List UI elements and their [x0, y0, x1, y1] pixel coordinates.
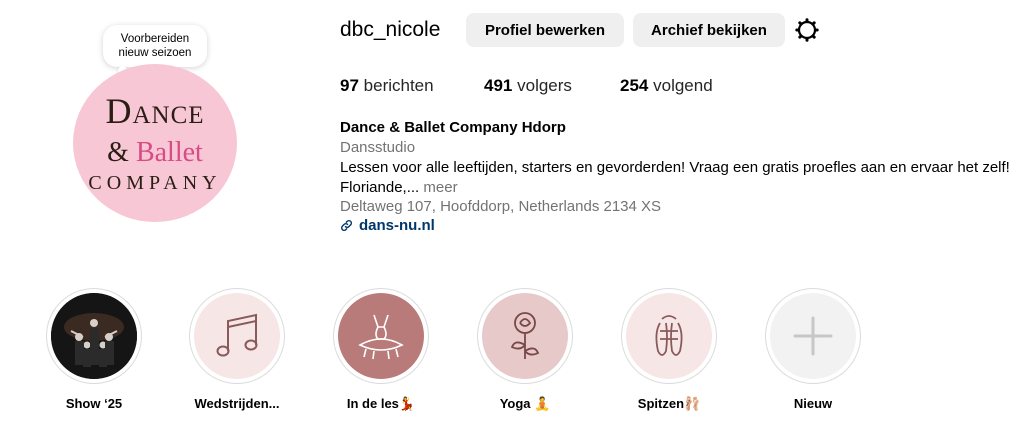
followers-stat[interactable]: 491 volgers — [484, 76, 572, 96]
highlight-label: In de les💃 — [346, 396, 416, 411]
bio-text: Lessen voor alle leeftijden, starters en… — [340, 159, 1010, 196]
note-line-2: nieuw seizoen — [118, 47, 192, 59]
link-icon — [341, 220, 352, 231]
logo-dance-text: Dance — [105, 91, 205, 131]
view-archive-button[interactable]: Archief bekijken — [633, 13, 785, 47]
highlight-label: Yoga 🧘 — [499, 396, 551, 411]
edit-profile-button[interactable]: Profiel bewerken — [466, 13, 624, 47]
highlight-label: Nieuw — [793, 396, 833, 411]
profile-note-bubble[interactable]: Voorbereiden nieuw seizoen — [103, 25, 207, 67]
profile-avatar[interactable]: Dance & Ballet COMPANY — [73, 64, 237, 222]
username: dbc_nicole — [340, 18, 441, 41]
music-note-icon — [194, 293, 280, 379]
highlight-yoga[interactable]: Yoga 🧘 — [477, 288, 573, 411]
pointe-shoes-icon — [626, 293, 712, 379]
highlight-in-de-les[interactable]: In de les💃 — [333, 288, 429, 411]
tutu-icon — [338, 293, 424, 379]
show-photo-icon — [51, 293, 137, 379]
note-line-1: Voorbereiden — [120, 33, 190, 45]
highlight-wedstrijden[interactable]: Wedstrijden... — [189, 288, 285, 411]
highlight-spitzen[interactable]: Spitzen🩰 — [621, 288, 717, 411]
highlight-label: Wedstrijden... — [194, 396, 280, 411]
bio-address[interactable]: Deltaweg 107, Hoofddorp, Netherlands 213… — [340, 198, 661, 215]
bio-category: Dansstudio — [340, 139, 416, 156]
bio-more-link[interactable]: meer — [423, 179, 457, 196]
logo-ballet-text: & Ballet — [107, 137, 203, 168]
rose-icon — [482, 293, 568, 379]
following-stat[interactable]: 254 volgend — [620, 76, 713, 96]
bio-full-name: Dance & Ballet Company Hdorp — [340, 119, 566, 136]
highlight-label: Show ‘25 — [65, 396, 123, 411]
posts-stat: 97 berichten — [340, 76, 434, 95]
highlight-label: Spitzen🩰 — [637, 396, 701, 411]
logo-company-text: COMPANY — [88, 172, 222, 194]
settings-gear-icon[interactable] — [795, 18, 819, 42]
plus-icon — [770, 293, 856, 379]
bio-website-link[interactable]: dans-nu.nl — [340, 217, 435, 234]
highlight-show[interactable]: Show ‘25 — [46, 288, 142, 411]
highlight-new[interactable]: Nieuw — [765, 288, 861, 411]
